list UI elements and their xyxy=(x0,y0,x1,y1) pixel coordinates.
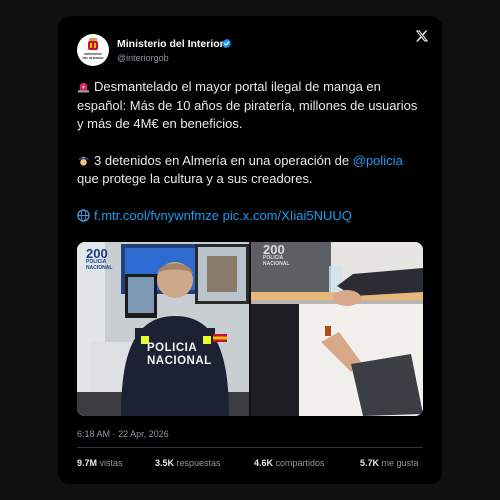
siren-icon xyxy=(77,82,90,93)
tweet-paragraph-3: f.mtr.cool/fvnywnfmze pic.x.com/XIiai5NU… xyxy=(77,207,427,226)
evidence-photo-illustration xyxy=(251,242,423,416)
tweet-line-2-end: que protege la cultura y a sus creadores… xyxy=(77,171,313,186)
stat-views[interactable]: 9.7M vistas xyxy=(77,458,123,468)
coat-of-arms-icon xyxy=(88,38,98,50)
tweet-timestamp[interactable]: 6:18 AM · 22 Apr, 2026 xyxy=(77,429,169,439)
stat-replies-value: 3.5K xyxy=(155,458,175,468)
tweet-date: 22 Apr, 2026 xyxy=(118,429,169,439)
stat-views-value: 9.7M xyxy=(77,458,98,468)
avatar[interactable]: MINISTERIO DEL INTERIOR xyxy=(77,34,109,66)
tweet-card: MINISTERIO DEL INTERIOR Ministerio del I… xyxy=(58,16,442,484)
media-photo-agent[interactable]: 200 POLICIA NACIONAL POLICIA NACIONAL xyxy=(77,242,249,416)
stat-replies-label: respuestas xyxy=(176,458,221,468)
tweet-time: 6:18 AM xyxy=(77,429,111,439)
vest-text: POLICIA NACIONAL xyxy=(147,342,212,367)
stat-shares[interactable]: 4.6K compartidos xyxy=(254,458,325,468)
media-grid[interactable]: 200 POLICIA NACIONAL POLICIA NACIONAL 20… xyxy=(77,242,423,416)
tweet-paragraph-1: Desmantelado el mayor portal ilegal de m… xyxy=(77,78,427,134)
divider xyxy=(77,447,423,448)
mention-link[interactable]: @policia xyxy=(353,153,403,168)
logo-text: POLICIA NACIONAL xyxy=(263,255,290,267)
stat-shares-label: compartidos xyxy=(275,458,325,468)
engagement-stats: 9.7M vistas 3.5K respuestas 4.6K compart… xyxy=(77,458,423,472)
stat-likes-label: me gusta xyxy=(381,458,419,468)
tweet-paragraph-2: 3 detenidos en Almería en una operación … xyxy=(77,152,427,189)
police-officer-icon xyxy=(78,156,89,166)
stat-views-label: vistas xyxy=(99,458,123,468)
stat-likes-value: 5.7K xyxy=(360,458,380,468)
avatar-text: MINISTERIO DEL INTERIOR xyxy=(82,52,104,60)
globe-icon xyxy=(77,208,90,222)
police-logo-right: 200 POLICIA NACIONAL xyxy=(263,243,303,267)
account-name[interactable]: Ministerio del Interior xyxy=(117,38,224,50)
x-logo-icon[interactable] xyxy=(415,29,429,43)
media-photo-evidence[interactable]: 200 POLICIA NACIONAL xyxy=(251,242,423,416)
stat-shares-value: 4.6K xyxy=(254,458,274,468)
pic-link[interactable]: pic.x.com/XIiai5NUUQ xyxy=(223,208,352,223)
short-link[interactable]: f.mtr.cool/fvnywnfmze xyxy=(94,208,219,223)
stat-likes[interactable]: 5.7K me gusta xyxy=(360,458,419,468)
verified-badge-icon xyxy=(222,38,231,49)
tweet-text: Desmantelado el mayor portal ilegal de m… xyxy=(77,78,427,243)
police-logo-left: 200 POLICIA NACIONAL xyxy=(86,247,126,271)
tweet-line-2-text: 3 detenidos en Almería en una operación … xyxy=(94,152,353,168)
logo-text: POLICIA NACIONAL xyxy=(86,259,113,271)
stat-replies[interactable]: 3.5K respuestas xyxy=(155,458,221,468)
account-handle[interactable]: @interiorgob xyxy=(117,53,169,63)
tweet-line-1: Desmantelado el mayor portal ilegal de m… xyxy=(77,79,418,131)
separator: · xyxy=(112,429,116,439)
